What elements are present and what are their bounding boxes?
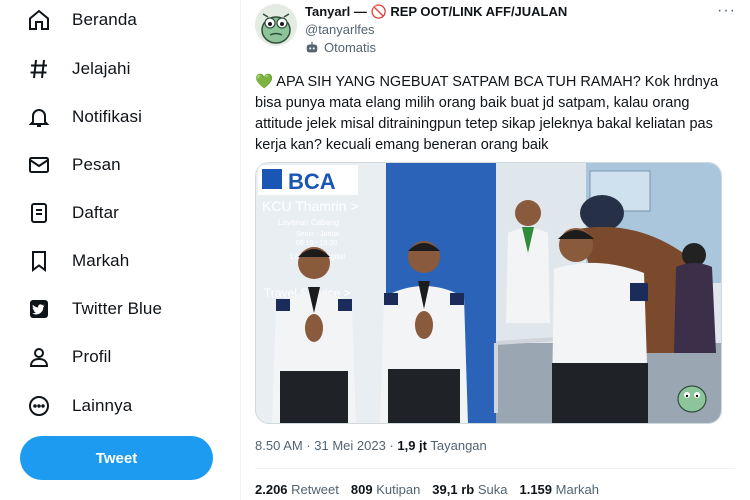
sidebar-item-label: Notifikasi [72,107,142,126]
sidebar-item-label: Markah [72,251,130,270]
sidebar-item-beranda[interactable]: Beranda [22,0,137,40]
author-name-suffix: REP OOT/LINK AFF/JUALAN [390,4,568,19]
tweet-text: 💚 APA SIH YANG NGEBUAT SATPAM BCA TUH RA… [255,72,730,156]
sidebar-item-label: Beranda [72,10,137,29]
tweet-timestamp[interactable]: 8.50 AM · 31 Mei 2023 · 1,9 jt Tayangan [255,438,487,453]
bookmark-count[interactable]: 1.159 Markah [519,482,599,497]
sidebar-item-label: Pesan [72,155,121,174]
sidebar-item-notifikasi[interactable]: Notifikasi [22,97,142,137]
sidebar-item-twitter-blue[interactable]: Twitter Blue [22,289,162,329]
tweet-photo[interactable]: BCA KCU Thamrin > Layanan Cabang Senin -… [255,162,722,424]
bookmark-count-value: 1.159 [519,482,553,497]
tweet-body: APA SIH YANG NGEBUAT SATPAM BCA TUH RAMA… [255,74,719,153]
automated-label: Otomatis [305,40,376,55]
photo-hours1-text: Senin - Jumat [296,231,339,238]
tweet-stats: 2.206 Retweet 809 Kutipan 39,1 rb Suka 1… [255,482,611,497]
sidebar-item-pesan[interactable]: Pesan [22,145,121,185]
sidebar-item-profil[interactable]: Profil [22,337,111,377]
tweet-time: 8.50 AM · 31 Mei 2023 · [255,438,398,453]
sidebar-item-label: Profil [72,347,112,366]
quote-count[interactable]: 809 Kutipan [351,482,420,497]
author-display-name: Tanyarl — [305,4,367,19]
sidebar-item-markah[interactable]: Markah [22,241,129,281]
avatar[interactable] [255,4,297,46]
bot-icon [306,41,318,52]
sidebar-item-daftar[interactable]: Daftar [22,193,119,233]
like-label: Suka [477,482,508,497]
tweet-button[interactable]: Tweet [20,436,213,480]
bookmark-icon [26,248,52,274]
views-label: Tayangan [430,438,487,453]
bell-icon [26,104,52,130]
more-options-button[interactable]: ··· [717,2,736,20]
sidebar-nav: Beranda Jelajahi Notifikasi Pesan Daftar… [0,0,240,500]
retweet-label: Retweet [291,482,339,497]
photo-sub-text: Layanan Cabang [278,218,339,227]
hashtag-icon [26,56,52,82]
more-circle-icon [26,393,52,419]
sidebar-item-label: Twitter Blue [72,299,163,318]
list-icon [26,200,52,226]
tweet-detail: Tanyarl — 🚫 REP OOT/LINK AFF/JUALAN @tan… [241,0,750,500]
sidebar-item-jelajahi[interactable]: Jelajahi [22,49,130,89]
sidebar-item-label: Lainnya [72,396,133,415]
green-heart-icon: 💚 [255,74,274,90]
quote-count-value: 809 [350,482,373,497]
person-icon [26,344,52,370]
retweet-count[interactable]: 2.206 Retweet [255,482,339,497]
like-count[interactable]: 39,1 rb Suka [432,482,507,497]
photo-branch-text: KCU Thamrin > [262,198,359,214]
sidebar-item-lainnya[interactable]: Lainnya [22,386,132,426]
like-count-value: 39,1 rb [432,482,475,497]
author-handle[interactable]: @tanyarlfes [305,22,375,37]
bookmark-label: Markah [555,482,600,497]
automated-label-text: Otomatis [324,40,377,55]
quote-label: Kutipan [376,482,421,497]
retweet-count-value: 2.206 [255,482,288,497]
photo-brand-text: BCA [288,169,336,194]
photo-hours2-text: 08.15 - 15.00 [296,240,337,247]
mail-icon [26,152,52,178]
home-icon [26,7,52,33]
sidebar-item-label: Jelajahi [72,59,131,78]
views-count: 1,9 jt [397,438,427,453]
prohibited-icon: 🚫 [370,4,387,19]
twitter-blue-icon [26,296,52,322]
author-name[interactable]: Tanyarl — 🚫 REP OOT/LINK AFF/JUALAN [305,4,567,20]
sidebar-item-label: Daftar [72,203,119,222]
stats-divider [255,468,735,469]
